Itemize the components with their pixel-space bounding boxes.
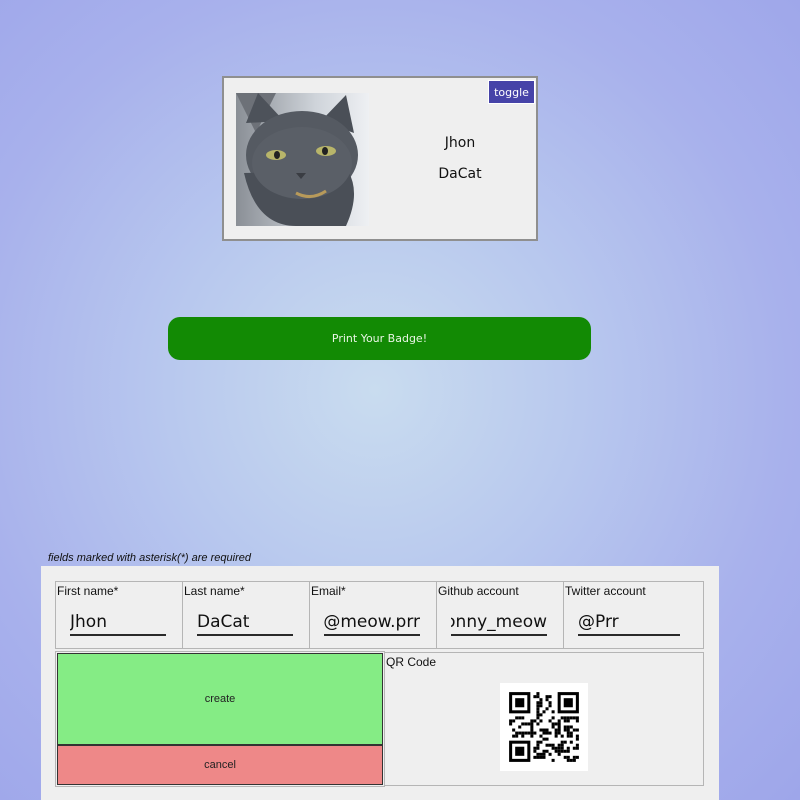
badge-card: toggle Jhon DaCat: [222, 76, 538, 241]
qr-code-icon: [500, 683, 588, 771]
github-field-group: Github account: [436, 581, 564, 649]
badge-form: First name* Last name* Email* Github acc…: [41, 566, 719, 800]
first-name-field-group: First name*: [55, 581, 183, 649]
badge-first-name: Jhon: [444, 135, 476, 151]
cancel-button[interactable]: cancel: [57, 745, 383, 785]
qr-code-panel: QR Code: [384, 652, 704, 786]
email-field-group: Email*: [309, 581, 437, 649]
cat-photo: [236, 93, 369, 226]
badge-last-name: DaCat: [438, 166, 482, 182]
twitter-field-group: Twitter account: [563, 581, 704, 649]
github-input[interactable]: [451, 610, 547, 636]
twitter-label: Twitter account: [565, 584, 646, 598]
email-input[interactable]: [324, 610, 420, 636]
create-button[interactable]: create: [57, 653, 383, 745]
last-name-input[interactable]: [197, 610, 293, 636]
last-name-label: Last name*: [184, 584, 245, 598]
email-label: Email*: [311, 584, 346, 598]
required-fields-note: fields marked with asterisk(*) are requi…: [48, 552, 251, 564]
first-name-label: First name*: [57, 584, 119, 598]
print-badge-button[interactable]: Print Your Badge!: [168, 317, 591, 360]
github-label: Github account: [438, 584, 519, 598]
twitter-input[interactable]: [578, 610, 680, 636]
badge-names: Jhon DaCat: [402, 133, 518, 195]
qr-code-label: QR Code: [386, 655, 437, 669]
toggle-button[interactable]: toggle: [488, 80, 535, 104]
first-name-input[interactable]: [70, 610, 166, 636]
last-name-field-group: Last name*: [182, 581, 310, 649]
